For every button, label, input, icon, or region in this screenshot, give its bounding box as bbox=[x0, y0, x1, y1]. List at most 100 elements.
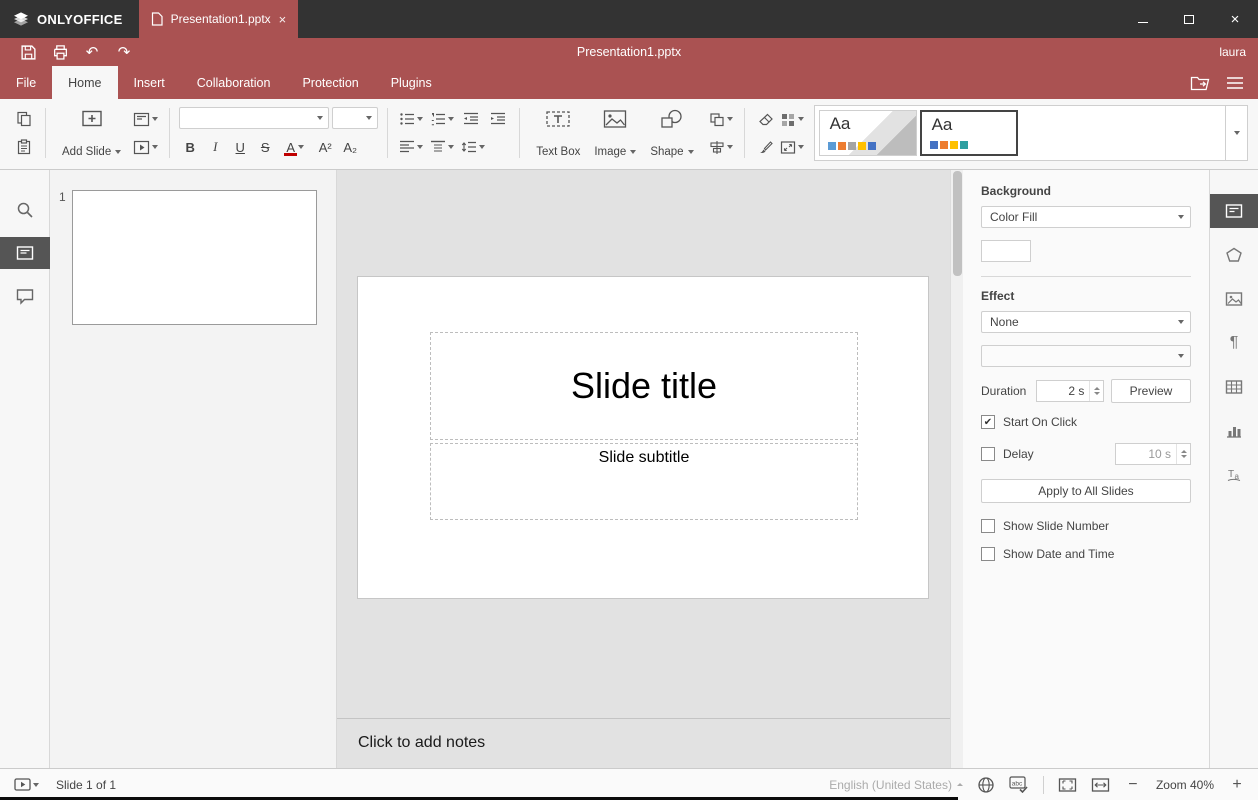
shape-settings-button[interactable] bbox=[1210, 238, 1258, 272]
slide-settings-button[interactable] bbox=[1210, 194, 1258, 228]
slide-canvas[interactable]: Slide title Slide subtitle Click to add … bbox=[337, 170, 963, 768]
strikeout-button[interactable]: S bbox=[254, 135, 276, 159]
text-art-settings-button[interactable]: Ta bbox=[1210, 458, 1258, 492]
subscript-button[interactable]: A₂ bbox=[339, 135, 361, 159]
zoom-level[interactable]: Zoom 40% bbox=[1156, 778, 1214, 792]
decrease-indent-button[interactable] bbox=[459, 107, 483, 131]
clear-style-button[interactable] bbox=[754, 107, 778, 131]
title-placeholder[interactable]: Slide title bbox=[430, 332, 858, 440]
spinner-arrows[interactable] bbox=[1089, 381, 1103, 401]
font-size-combobox[interactable] bbox=[332, 107, 378, 129]
shape-settings-icon bbox=[1225, 247, 1243, 263]
tab-protection[interactable]: Protection bbox=[286, 66, 374, 99]
start-on-click-checkbox[interactable] bbox=[981, 415, 995, 429]
document-tab[interactable]: Presentation1.pptx bbox=[139, 0, 299, 38]
spellcheck-button[interactable]: abc bbox=[1009, 776, 1029, 793]
paste-button[interactable] bbox=[12, 135, 36, 159]
tab-close-icon[interactable] bbox=[279, 12, 287, 27]
show-slide-number-checkbox[interactable] bbox=[981, 519, 995, 533]
tab-collaboration[interactable]: Collaboration bbox=[181, 66, 287, 99]
print-button[interactable] bbox=[44, 40, 76, 64]
delay-checkbox[interactable] bbox=[981, 447, 995, 461]
document-language-button[interactable] bbox=[977, 776, 995, 794]
background-color-swatch[interactable] bbox=[981, 240, 1031, 262]
tab-plugins[interactable]: Plugins bbox=[375, 66, 448, 99]
fit-width-button[interactable] bbox=[1091, 777, 1110, 793]
palette-swatch bbox=[848, 142, 856, 150]
color-scheme-button[interactable] bbox=[778, 107, 806, 131]
italic-button[interactable]: I bbox=[204, 135, 226, 159]
maximize-button[interactable] bbox=[1166, 0, 1212, 38]
font-color-button[interactable]: A bbox=[279, 135, 311, 159]
table-settings-button[interactable] bbox=[1210, 370, 1258, 404]
preview-button[interactable]: Preview bbox=[1111, 379, 1191, 403]
slides-panel-button[interactable] bbox=[0, 237, 50, 269]
zoom-out-button[interactable] bbox=[1124, 776, 1142, 794]
delay-spinner[interactable]: 10 s bbox=[1115, 443, 1191, 465]
subtitle-placeholder[interactable]: Slide subtitle bbox=[430, 443, 858, 520]
shape-button[interactable]: Shape bbox=[643, 105, 700, 161]
image-settings-button[interactable] bbox=[1210, 282, 1258, 316]
zoom-in-button[interactable] bbox=[1228, 776, 1246, 794]
language-selector[interactable]: English (United States) bbox=[829, 778, 963, 792]
slide-surface[interactable]: Slide title Slide subtitle bbox=[358, 277, 928, 598]
numbering-button[interactable] bbox=[428, 107, 456, 131]
line-spacing-button[interactable] bbox=[459, 135, 487, 159]
text-box-button[interactable]: Text Box bbox=[529, 105, 587, 161]
font-size-dropdown[interactable] bbox=[361, 108, 377, 128]
background-fill-select[interactable]: Color Fill bbox=[981, 206, 1191, 228]
change-layout-button[interactable] bbox=[131, 107, 160, 131]
vertical-align-button[interactable] bbox=[428, 135, 456, 159]
duration-spinner[interactable]: 2 s bbox=[1036, 380, 1104, 402]
canvas-scrollbar[interactable] bbox=[950, 170, 963, 768]
scrollbar-thumb[interactable] bbox=[953, 171, 962, 276]
horizontal-align-button[interactable] bbox=[397, 135, 425, 159]
copy-style-button[interactable] bbox=[754, 135, 778, 159]
notes-placeholder[interactable]: Click to add notes bbox=[358, 734, 485, 752]
chart-settings-button[interactable] bbox=[1210, 414, 1258, 448]
save-button[interactable] bbox=[12, 40, 44, 64]
redo-button[interactable] bbox=[108, 40, 140, 64]
align-shape-button[interactable] bbox=[707, 135, 735, 159]
theme-gallery-expand-button[interactable] bbox=[1226, 105, 1248, 161]
slide-size-button[interactable] bbox=[778, 135, 806, 159]
close-button[interactable] bbox=[1212, 0, 1258, 38]
start-slideshow-button[interactable] bbox=[131, 135, 160, 159]
undo-button[interactable] bbox=[76, 40, 108, 64]
underline-button[interactable]: U bbox=[229, 135, 251, 159]
show-date-time-checkbox[interactable] bbox=[981, 547, 995, 561]
paragraph-settings-button[interactable]: ¶ bbox=[1210, 326, 1258, 360]
bold-button[interactable]: B bbox=[179, 135, 201, 159]
spinner-arrows[interactable] bbox=[1176, 444, 1190, 464]
start-slideshow-statusbar-button[interactable] bbox=[12, 773, 41, 797]
notes-divider[interactable] bbox=[337, 718, 950, 719]
theme-option-2-selected[interactable]: Aa bbox=[920, 110, 1018, 156]
apply-to-all-slides-button[interactable]: Apply to All Slides bbox=[981, 479, 1191, 503]
font-name-dropdown[interactable] bbox=[312, 108, 328, 128]
slide-thumbnail-1[interactable] bbox=[72, 190, 317, 325]
user-name[interactable]: laura bbox=[1219, 45, 1246, 59]
superscript-button[interactable]: A² bbox=[314, 135, 336, 159]
bullets-button[interactable] bbox=[397, 107, 425, 131]
font-name-combobox[interactable] bbox=[179, 107, 329, 129]
increase-indent-button[interactable] bbox=[486, 107, 510, 131]
open-file-location-button[interactable] bbox=[1190, 75, 1210, 91]
tab-file[interactable]: File bbox=[0, 66, 52, 99]
add-slide-button[interactable]: Add Slide bbox=[55, 105, 128, 161]
effect-option-select[interactable] bbox=[981, 345, 1191, 367]
effect-type-select[interactable]: None bbox=[981, 311, 1191, 333]
comments-panel-button[interactable] bbox=[0, 280, 50, 312]
copy-button[interactable] bbox=[12, 107, 36, 131]
tab-insert[interactable]: Insert bbox=[118, 66, 181, 99]
image-button[interactable]: Image bbox=[587, 105, 643, 161]
fit-slide-button[interactable] bbox=[1058, 777, 1077, 793]
theme-option-1[interactable]: Aa bbox=[819, 110, 917, 156]
chevron-down-icon bbox=[417, 145, 423, 149]
minimize-button[interactable] bbox=[1120, 0, 1166, 38]
arrange-shape-button[interactable] bbox=[707, 107, 735, 131]
app-name: ONLYOFFICE bbox=[37, 12, 123, 27]
tab-home[interactable]: Home bbox=[52, 66, 117, 99]
search-panel-button[interactable] bbox=[0, 194, 50, 226]
hamburger-menu-button[interactable] bbox=[1226, 76, 1244, 90]
redo-icon bbox=[118, 45, 131, 60]
